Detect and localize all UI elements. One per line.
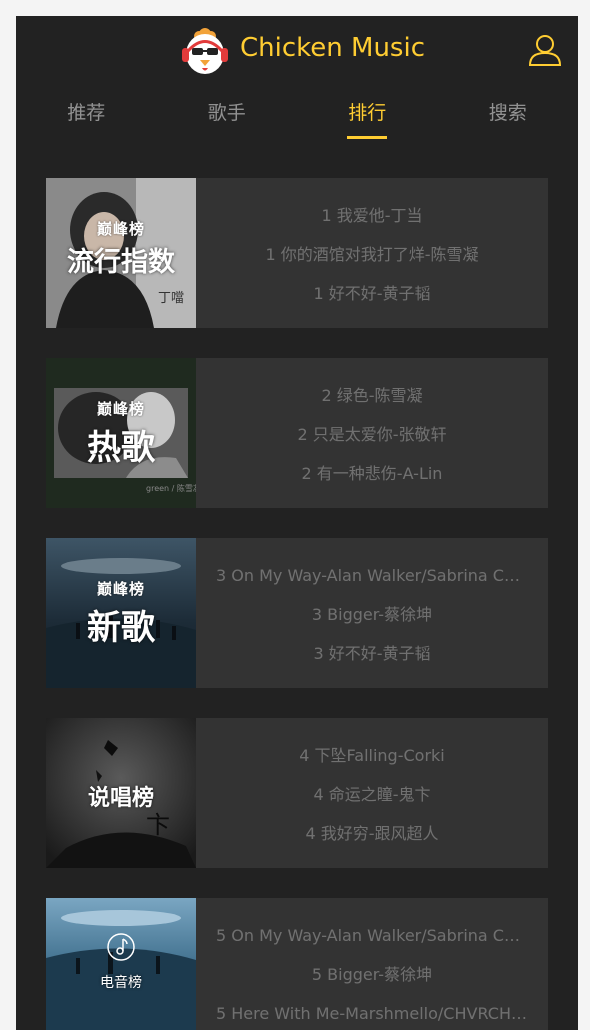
rank-badge: 巅峰榜	[96, 220, 145, 238]
rank-title: 说唱榜	[87, 786, 154, 811]
tab-label: 搜索	[488, 102, 527, 124]
tab-recommend[interactable]: 推荐	[16, 98, 157, 138]
rank-item-new-songs[interactable]: 巅峰榜 新歌 3 On My Way-Alan Walker/Sabrina C…	[46, 538, 548, 688]
rank-item-hot-songs[interactable]: green / 陈雪凝 巅峰榜 热歌 2 绿色-陈雪凝 2 只是太爱你-张敬轩 …	[46, 358, 548, 508]
music-note-icon	[107, 933, 135, 961]
rank-cover: green / 陈雪凝 巅峰榜 热歌	[46, 358, 196, 508]
rank-cover: 电音榜	[46, 898, 196, 1030]
rank-item-pop-index[interactable]: 丁噹 巅峰榜 流行指数 1 我爱他-丁当 1 你的酒馆对我打了烊-陈雪凝 1 好…	[46, 178, 548, 328]
rank-song-list: 5 On My Way-Alan Walker/Sabrina Carpente…	[196, 898, 548, 1030]
song-item: 4 命运之瞳-鬼卞	[313, 785, 431, 804]
app-title: Chicken Music	[240, 33, 425, 63]
cover-image	[46, 898, 196, 1030]
song-item: 5 Here With Me-Marshmello/CHVRCHES	[216, 1004, 528, 1023]
song-item: 3 On My Way-Alan Walker/Sabrina Carpente…	[216, 566, 528, 585]
song-item: 1 好不好-黄子韬	[313, 284, 431, 303]
tab-singer[interactable]: 歌手	[157, 98, 298, 138]
user-icon[interactable]	[528, 34, 562, 66]
rank-cover: 丁噹 巅峰榜 流行指数	[46, 178, 196, 328]
rank-title: 电音榜	[100, 975, 142, 991]
tab-rank[interactable]: 排行	[297, 98, 438, 139]
rank-badge: 巅峰榜	[96, 400, 145, 418]
rank-item-rap[interactable]: 卞 说唱榜 4 下坠Falling-Corki 4 命运之瞳-鬼卞 4 我好穷-…	[46, 718, 548, 868]
tab-bar: 推荐 歌手 排行 搜索	[16, 98, 579, 139]
tab-label: 推荐	[67, 102, 106, 124]
rank-song-list: 1 我爱他-丁当 1 你的酒馆对我打了烊-陈雪凝 1 好不好-黄子韬	[196, 178, 548, 328]
song-item: 1 我爱他-丁当	[321, 206, 423, 225]
song-item: 5 On My Way-Alan Walker/Sabrina Carpente…	[216, 926, 528, 945]
song-item: 4 下坠Falling-Corki	[299, 746, 445, 765]
svg-text:丁噹: 丁噹	[158, 291, 184, 306]
header: Chicken Music	[16, 16, 578, 82]
app-screen: Chicken Music 推荐 歌手 排行 搜索 丁噹 巅峰榜 流行指数 1 …	[16, 16, 578, 1030]
rank-song-list: 2 绿色-陈雪凝 2 只是太爱你-张敬轩 2 有一种悲伤-A-Lin	[196, 358, 548, 508]
rank-song-list: 4 下坠Falling-Corki 4 命运之瞳-鬼卞 4 我好穷-跟风超人	[196, 718, 548, 868]
tab-search[interactable]: 搜索	[438, 98, 579, 138]
rank-song-list: 3 On My Way-Alan Walker/Sabrina Carpente…	[196, 538, 548, 688]
chicken-logo-icon	[182, 28, 228, 74]
tab-label: 排行	[348, 102, 387, 124]
rank-cover: 卞 说唱榜	[46, 718, 196, 868]
tab-label: 歌手	[207, 102, 246, 124]
tab-active-indicator	[347, 136, 388, 139]
svg-text:green / 陈雪凝: green / 陈雪凝	[146, 483, 196, 493]
rank-title: 热歌	[87, 428, 155, 468]
song-item: 2 有一种悲伤-A-Lin	[301, 464, 443, 483]
rank-title: 流行指数	[67, 247, 175, 278]
song-item: 1 你的酒馆对我打了烊-陈雪凝	[265, 245, 479, 264]
song-item: 3 好不好-黄子韬	[313, 644, 431, 663]
rank-badge: 巅峰榜	[96, 580, 145, 598]
song-item: 2 只是太爱你-张敬轩	[297, 425, 447, 444]
rank-list: 丁噹 巅峰榜 流行指数 1 我爱他-丁当 1 你的酒馆对我打了烊-陈雪凝 1 好…	[46, 178, 548, 1030]
song-item: 4 我好穷-跟风超人	[305, 824, 439, 843]
rank-cover: 巅峰榜 新歌	[46, 538, 196, 688]
song-item: 2 绿色-陈雪凝	[321, 386, 423, 405]
song-item: 3 Bigger-蔡徐坤	[311, 605, 433, 624]
svg-text:卞: 卞	[146, 811, 170, 839]
rank-title: 新歌	[87, 608, 155, 648]
song-item: 5 Bigger-蔡徐坤	[311, 965, 433, 984]
rank-item-electronic[interactable]: 电音榜 5 On My Way-Alan Walker/Sabrina Carp…	[46, 898, 548, 1030]
